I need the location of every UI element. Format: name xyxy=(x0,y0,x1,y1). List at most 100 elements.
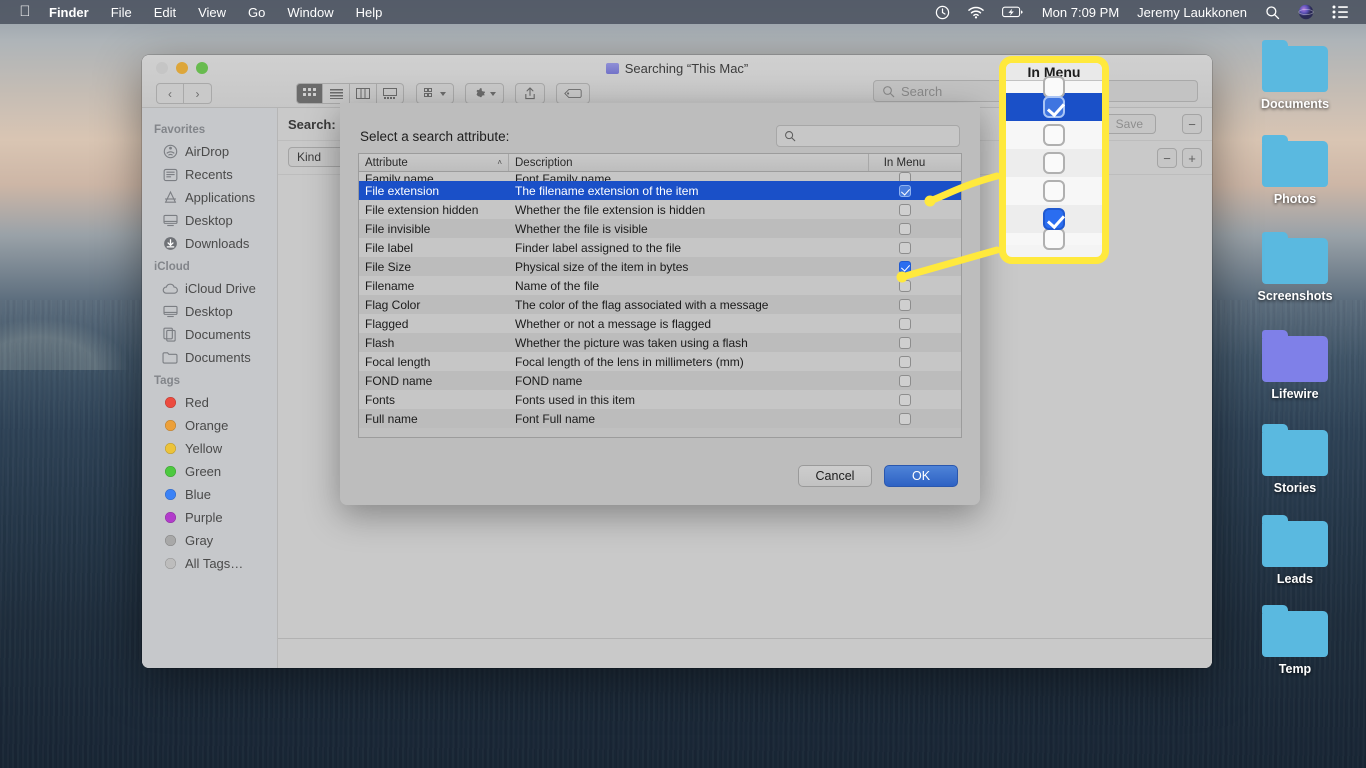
sidebar-item-blue[interactable]: Blue xyxy=(142,483,277,506)
gallery-view-button[interactable] xyxy=(377,83,404,104)
table-row[interactable]: FlaggedWhether or not a message is flagg… xyxy=(359,314,961,333)
menu-go[interactable]: Go xyxy=(237,5,276,20)
cell-in-menu[interactable] xyxy=(869,394,940,406)
menu-finder[interactable]: Finder xyxy=(38,5,100,20)
sidebar-item-downloads[interactable]: Downloads xyxy=(142,232,277,255)
desktop-icon-photos[interactable]: Photos xyxy=(1232,135,1358,206)
desktop-icon-lifewire[interactable]: Lifewire xyxy=(1232,330,1358,401)
desktop-icon-temp[interactable]: Temp xyxy=(1232,605,1358,676)
sidebar-item-orange[interactable]: Orange xyxy=(142,414,277,437)
in-menu-checkbox[interactable] xyxy=(899,356,911,368)
remove-criteria-row-button[interactable]: − xyxy=(1157,148,1177,168)
sidebar-item-desktop[interactable]: Desktop xyxy=(142,300,277,323)
sidebar-item-desktop[interactable]: Desktop xyxy=(142,209,277,232)
menu-edit[interactable]: Edit xyxy=(143,5,187,20)
sidebar-item-documents[interactable]: Documents xyxy=(142,323,277,346)
cell-in-menu[interactable] xyxy=(869,204,940,216)
tags-button[interactable] xyxy=(556,83,590,104)
icon-view-button[interactable] xyxy=(296,83,323,104)
siri-icon[interactable] xyxy=(1289,4,1323,20)
sidebar-item-purple[interactable]: Purple xyxy=(142,506,277,529)
in-menu-checkbox[interactable] xyxy=(899,223,911,235)
cell-in-menu[interactable] xyxy=(869,242,940,254)
cell-in-menu[interactable] xyxy=(869,413,940,425)
table-row[interactable]: Flag ColorThe color of the flag associat… xyxy=(359,295,961,314)
in-menu-checkbox[interactable] xyxy=(899,172,911,181)
table-row[interactable]: File extension hiddenWhether the file ex… xyxy=(359,200,961,219)
finder-sidebar[interactable]: FavoritesAirDropRecentsApplicationsDeskt… xyxy=(142,108,278,668)
menu-bar-clock[interactable]: Mon 7:09 PM xyxy=(1033,5,1128,20)
attribute-search-field[interactable] xyxy=(776,125,960,147)
wifi-icon[interactable] xyxy=(959,6,993,19)
table-row[interactable]: FlashWhether the picture was taken using… xyxy=(359,333,961,352)
in-menu-checkbox[interactable] xyxy=(899,242,911,254)
battery-charging-icon[interactable] xyxy=(993,6,1033,18)
column-header-description[interactable]: Description xyxy=(509,154,869,171)
sidebar-item-recents[interactable]: Recents xyxy=(142,163,277,186)
table-row[interactable]: File labelFinder label assigned to the f… xyxy=(359,238,961,257)
desktop-icon-stories[interactable]: Stories xyxy=(1232,424,1358,495)
remove-criteria-button[interactable]: − xyxy=(1182,114,1202,134)
in-menu-checkbox[interactable] xyxy=(899,261,911,273)
column-header-attribute[interactable]: Attribute ˄ xyxy=(359,154,509,171)
menu-file[interactable]: File xyxy=(100,5,143,20)
add-criteria-row-button[interactable]: + xyxy=(1182,148,1202,168)
column-header-in-menu[interactable]: In Menu xyxy=(869,154,940,171)
table-row[interactable]: Family nameFont Family name xyxy=(359,172,961,181)
cancel-button[interactable]: Cancel xyxy=(798,465,872,487)
apple-logo-icon[interactable]:  xyxy=(12,4,38,19)
sidebar-item-all-tags[interactable]: All Tags… xyxy=(142,552,277,575)
search-attribute-sheet[interactable]: Select a search attribute: Attribute ˄ D… xyxy=(340,103,980,505)
save-search-button[interactable]: Save xyxy=(1103,114,1156,134)
sidebar-item-gray[interactable]: Gray xyxy=(142,529,277,552)
control-center-icon[interactable] xyxy=(1323,5,1358,19)
attribute-table[interactable]: Attribute ˄ Description In Menu Family n… xyxy=(358,153,962,438)
in-menu-checkbox[interactable] xyxy=(899,375,911,387)
table-row[interactable]: Full nameFont Full name xyxy=(359,409,961,428)
attribute-search-input[interactable] xyxy=(801,129,951,143)
table-row[interactable]: FOND nameFOND name xyxy=(359,371,961,390)
in-menu-checkbox[interactable] xyxy=(899,185,911,197)
menu-bar-user[interactable]: Jeremy Laukkonen xyxy=(1128,5,1256,20)
cell-in-menu[interactable] xyxy=(869,185,940,197)
share-button[interactable] xyxy=(515,83,545,104)
cell-in-menu[interactable] xyxy=(869,318,940,330)
sidebar-item-icloud-drive[interactable]: iCloud Drive xyxy=(142,277,277,300)
menu-help[interactable]: Help xyxy=(345,5,394,20)
in-menu-checkbox[interactable] xyxy=(899,280,911,292)
table-row[interactable]: File SizePhysical size of the item in by… xyxy=(359,257,961,276)
table-row[interactable]: File invisibleWhether the file is visibl… xyxy=(359,219,961,238)
in-menu-checkbox[interactable] xyxy=(899,337,911,349)
ok-button[interactable]: OK xyxy=(884,465,958,487)
menu-view[interactable]: View xyxy=(187,5,237,20)
action-gear-button[interactable] xyxy=(465,83,504,104)
time-machine-icon[interactable] xyxy=(926,5,959,20)
desktop-icon-leads[interactable]: Leads xyxy=(1232,515,1358,586)
sidebar-item-documents[interactable]: Documents xyxy=(142,346,277,369)
group-by-button[interactable] xyxy=(416,83,454,104)
cell-in-menu[interactable] xyxy=(869,280,940,292)
table-row[interactable]: FontsFonts used in this item xyxy=(359,390,961,409)
cell-in-menu[interactable] xyxy=(869,337,940,349)
cell-in-menu[interactable] xyxy=(869,172,940,181)
in-menu-checkbox[interactable] xyxy=(899,413,911,425)
cell-in-menu[interactable] xyxy=(869,261,940,273)
forward-button[interactable]: › xyxy=(184,83,212,104)
in-menu-checkbox[interactable] xyxy=(899,204,911,216)
in-menu-checkbox[interactable] xyxy=(899,318,911,330)
table-row[interactable]: File extensionThe filename extension of … xyxy=(359,181,961,200)
sidebar-item-red[interactable]: Red xyxy=(142,391,277,414)
table-row[interactable]: Focal lengthFocal length of the lens in … xyxy=(359,352,961,371)
in-menu-checkbox[interactable] xyxy=(899,299,911,311)
search-icon[interactable] xyxy=(1256,5,1289,20)
in-menu-checkbox[interactable] xyxy=(899,394,911,406)
back-button[interactable]: ‹ xyxy=(156,83,184,104)
sidebar-item-green[interactable]: Green xyxy=(142,460,277,483)
list-view-button[interactable] xyxy=(323,83,350,104)
cell-in-menu[interactable] xyxy=(869,375,940,387)
cell-in-menu[interactable] xyxy=(869,356,940,368)
sidebar-item-applications[interactable]: Applications xyxy=(142,186,277,209)
cell-in-menu[interactable] xyxy=(869,223,940,235)
desktop-icon-documents[interactable]: Documents xyxy=(1232,40,1358,111)
sidebar-item-airdrop[interactable]: AirDrop xyxy=(142,140,277,163)
